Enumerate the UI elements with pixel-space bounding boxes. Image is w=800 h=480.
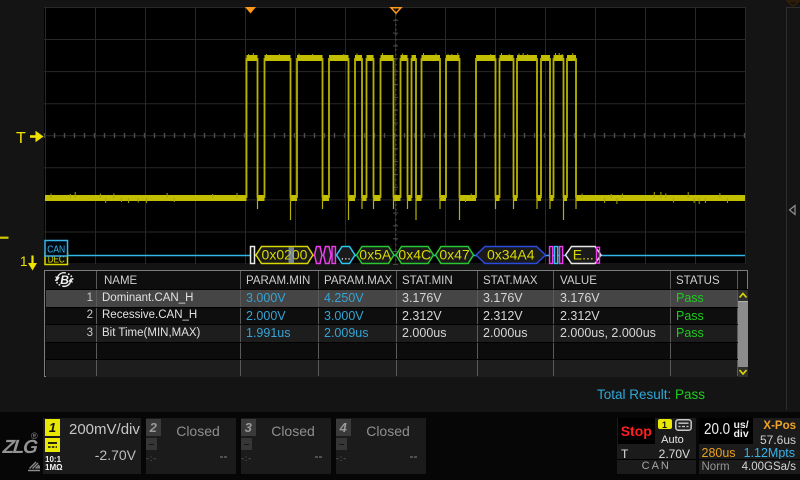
svg-text:1: 1 xyxy=(20,254,28,269)
svg-text:T: T xyxy=(16,130,26,147)
svg-text:0x4C: 0x4C xyxy=(398,247,431,263)
svg-text:...: ... xyxy=(341,249,351,263)
svg-text:0x5A: 0x5A xyxy=(359,247,392,263)
svg-text:B: B xyxy=(60,273,69,287)
svg-text:CAN: CAN xyxy=(47,244,65,256)
svg-text:0x34A4: 0x34A4 xyxy=(487,247,535,263)
svg-text:0x47: 0x47 xyxy=(439,247,470,263)
svg-text:E...: E... xyxy=(573,247,594,263)
svg-text:0x0200: 0x0200 xyxy=(262,247,308,263)
